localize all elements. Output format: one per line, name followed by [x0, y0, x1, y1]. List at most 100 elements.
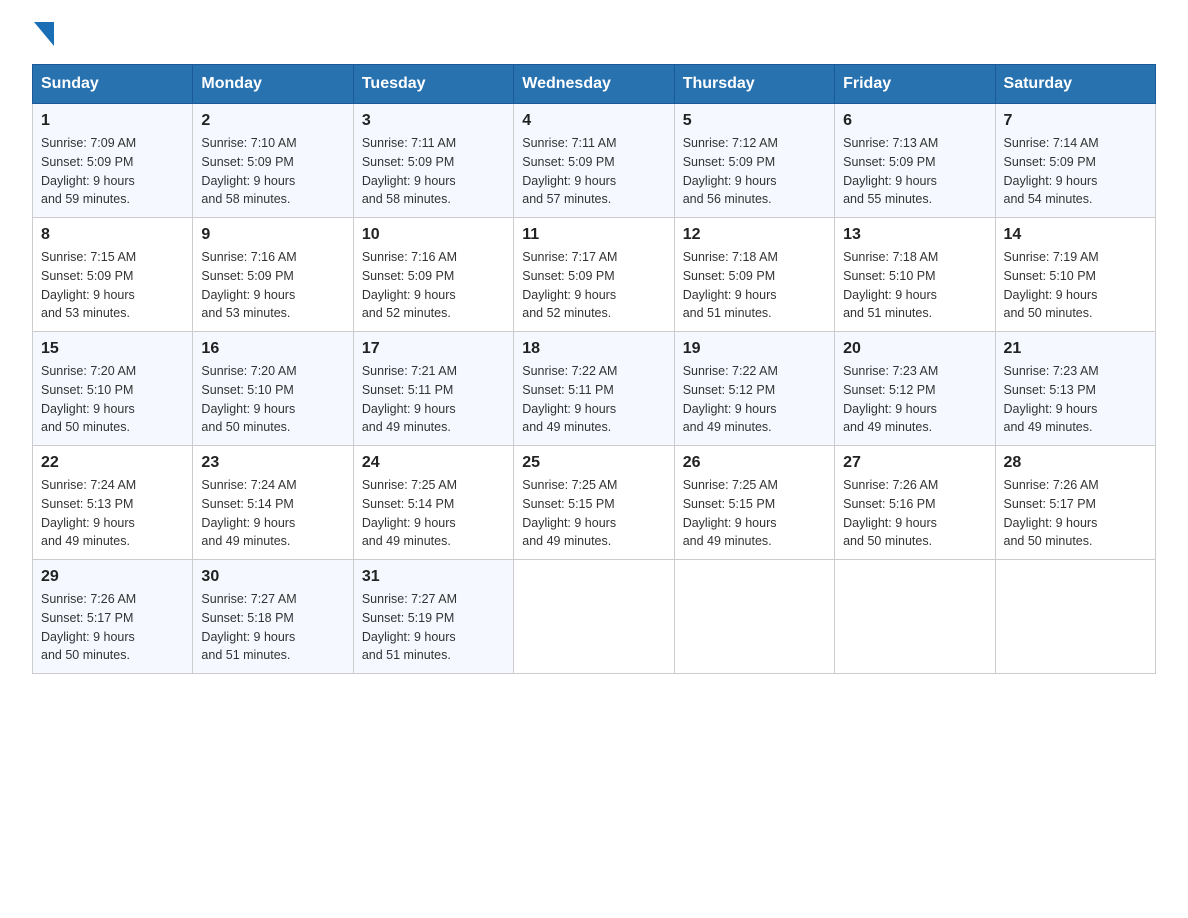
- calendar-cell: 9 Sunrise: 7:16 AMSunset: 5:09 PMDayligh…: [193, 218, 353, 332]
- day-info: Sunrise: 7:22 AMSunset: 5:11 PMDaylight:…: [522, 364, 617, 434]
- calendar-cell: 17 Sunrise: 7:21 AMSunset: 5:11 PMDaylig…: [353, 332, 513, 446]
- day-info: Sunrise: 7:22 AMSunset: 5:12 PMDaylight:…: [683, 364, 778, 434]
- day-info: Sunrise: 7:17 AMSunset: 5:09 PMDaylight:…: [522, 250, 617, 320]
- day-number: 25: [522, 454, 665, 472]
- day-info: Sunrise: 7:24 AMSunset: 5:14 PMDaylight:…: [201, 478, 296, 548]
- day-number: 21: [1004, 340, 1147, 358]
- day-number: 5: [683, 112, 826, 130]
- day-info: Sunrise: 7:18 AMSunset: 5:09 PMDaylight:…: [683, 250, 778, 320]
- calendar-week-row: 15 Sunrise: 7:20 AMSunset: 5:10 PMDaylig…: [33, 332, 1156, 446]
- calendar-cell: 2 Sunrise: 7:10 AMSunset: 5:09 PMDayligh…: [193, 104, 353, 218]
- col-header-tuesday: Tuesday: [353, 65, 513, 104]
- day-number: 4: [522, 112, 665, 130]
- day-info: Sunrise: 7:11 AMSunset: 5:09 PMDaylight:…: [522, 136, 616, 206]
- calendar-cell: 1 Sunrise: 7:09 AMSunset: 5:09 PMDayligh…: [33, 104, 193, 218]
- calendar-cell: [514, 560, 674, 674]
- calendar-cell: [674, 560, 834, 674]
- day-info: Sunrise: 7:25 AMSunset: 5:14 PMDaylight:…: [362, 478, 457, 548]
- day-number: 17: [362, 340, 505, 358]
- day-info: Sunrise: 7:19 AMSunset: 5:10 PMDaylight:…: [1004, 250, 1099, 320]
- col-header-monday: Monday: [193, 65, 353, 104]
- day-number: 22: [41, 454, 184, 472]
- day-number: 31: [362, 568, 505, 586]
- day-info: Sunrise: 7:10 AMSunset: 5:09 PMDaylight:…: [201, 136, 296, 206]
- calendar-body: 1 Sunrise: 7:09 AMSunset: 5:09 PMDayligh…: [33, 104, 1156, 674]
- day-number: 23: [201, 454, 344, 472]
- calendar-cell: 20 Sunrise: 7:23 AMSunset: 5:12 PMDaylig…: [835, 332, 995, 446]
- day-number: 26: [683, 454, 826, 472]
- calendar-table: SundayMondayTuesdayWednesdayThursdayFrid…: [32, 64, 1156, 674]
- day-number: 27: [843, 454, 986, 472]
- day-number: 29: [41, 568, 184, 586]
- day-info: Sunrise: 7:16 AMSunset: 5:09 PMDaylight:…: [362, 250, 457, 320]
- calendar-cell: 10 Sunrise: 7:16 AMSunset: 5:09 PMDaylig…: [353, 218, 513, 332]
- day-info: Sunrise: 7:13 AMSunset: 5:09 PMDaylight:…: [843, 136, 938, 206]
- day-info: Sunrise: 7:27 AMSunset: 5:18 PMDaylight:…: [201, 592, 296, 662]
- day-info: Sunrise: 7:18 AMSunset: 5:10 PMDaylight:…: [843, 250, 938, 320]
- day-number: 30: [201, 568, 344, 586]
- calendar-cell: 15 Sunrise: 7:20 AMSunset: 5:10 PMDaylig…: [33, 332, 193, 446]
- day-info: Sunrise: 7:25 AMSunset: 5:15 PMDaylight:…: [522, 478, 617, 548]
- logo: [32, 24, 54, 46]
- calendar-week-row: 8 Sunrise: 7:15 AMSunset: 5:09 PMDayligh…: [33, 218, 1156, 332]
- day-number: 1: [41, 112, 184, 130]
- day-info: Sunrise: 7:14 AMSunset: 5:09 PMDaylight:…: [1004, 136, 1099, 206]
- calendar-cell: [835, 560, 995, 674]
- calendar-header-row: SundayMondayTuesdayWednesdayThursdayFrid…: [33, 65, 1156, 104]
- day-info: Sunrise: 7:25 AMSunset: 5:15 PMDaylight:…: [683, 478, 778, 548]
- page-header: [32, 24, 1156, 46]
- day-info: Sunrise: 7:09 AMSunset: 5:09 PMDaylight:…: [41, 136, 136, 206]
- day-number: 7: [1004, 112, 1147, 130]
- calendar-cell: 11 Sunrise: 7:17 AMSunset: 5:09 PMDaylig…: [514, 218, 674, 332]
- calendar-cell: 18 Sunrise: 7:22 AMSunset: 5:11 PMDaylig…: [514, 332, 674, 446]
- calendar-cell: 3 Sunrise: 7:11 AMSunset: 5:09 PMDayligh…: [353, 104, 513, 218]
- col-header-saturday: Saturday: [995, 65, 1155, 104]
- calendar-cell: 14 Sunrise: 7:19 AMSunset: 5:10 PMDaylig…: [995, 218, 1155, 332]
- day-number: 20: [843, 340, 986, 358]
- calendar-cell: 6 Sunrise: 7:13 AMSunset: 5:09 PMDayligh…: [835, 104, 995, 218]
- col-header-wednesday: Wednesday: [514, 65, 674, 104]
- day-info: Sunrise: 7:26 AMSunset: 5:17 PMDaylight:…: [41, 592, 136, 662]
- calendar-cell: 12 Sunrise: 7:18 AMSunset: 5:09 PMDaylig…: [674, 218, 834, 332]
- calendar-cell: 4 Sunrise: 7:11 AMSunset: 5:09 PMDayligh…: [514, 104, 674, 218]
- calendar-week-row: 22 Sunrise: 7:24 AMSunset: 5:13 PMDaylig…: [33, 446, 1156, 560]
- day-number: 19: [683, 340, 826, 358]
- calendar-cell: 8 Sunrise: 7:15 AMSunset: 5:09 PMDayligh…: [33, 218, 193, 332]
- day-info: Sunrise: 7:16 AMSunset: 5:09 PMDaylight:…: [201, 250, 296, 320]
- day-number: 8: [41, 226, 184, 244]
- calendar-cell: 31 Sunrise: 7:27 AMSunset: 5:19 PMDaylig…: [353, 560, 513, 674]
- day-info: Sunrise: 7:11 AMSunset: 5:09 PMDaylight:…: [362, 136, 456, 206]
- day-info: Sunrise: 7:12 AMSunset: 5:09 PMDaylight:…: [683, 136, 778, 206]
- calendar-cell: 29 Sunrise: 7:26 AMSunset: 5:17 PMDaylig…: [33, 560, 193, 674]
- calendar-cell: 16 Sunrise: 7:20 AMSunset: 5:10 PMDaylig…: [193, 332, 353, 446]
- col-header-friday: Friday: [835, 65, 995, 104]
- calendar-cell: 5 Sunrise: 7:12 AMSunset: 5:09 PMDayligh…: [674, 104, 834, 218]
- col-header-thursday: Thursday: [674, 65, 834, 104]
- day-number: 13: [843, 226, 986, 244]
- day-number: 10: [362, 226, 505, 244]
- calendar-cell: 27 Sunrise: 7:26 AMSunset: 5:16 PMDaylig…: [835, 446, 995, 560]
- calendar-cell: 13 Sunrise: 7:18 AMSunset: 5:10 PMDaylig…: [835, 218, 995, 332]
- calendar-cell: [995, 560, 1155, 674]
- day-info: Sunrise: 7:24 AMSunset: 5:13 PMDaylight:…: [41, 478, 136, 548]
- logo-triangle-icon: [34, 22, 54, 46]
- calendar-cell: 22 Sunrise: 7:24 AMSunset: 5:13 PMDaylig…: [33, 446, 193, 560]
- day-info: Sunrise: 7:27 AMSunset: 5:19 PMDaylight:…: [362, 592, 457, 662]
- day-number: 15: [41, 340, 184, 358]
- calendar-week-row: 29 Sunrise: 7:26 AMSunset: 5:17 PMDaylig…: [33, 560, 1156, 674]
- day-number: 12: [683, 226, 826, 244]
- day-number: 24: [362, 454, 505, 472]
- day-info: Sunrise: 7:26 AMSunset: 5:17 PMDaylight:…: [1004, 478, 1099, 548]
- col-header-sunday: Sunday: [33, 65, 193, 104]
- day-number: 16: [201, 340, 344, 358]
- calendar-week-row: 1 Sunrise: 7:09 AMSunset: 5:09 PMDayligh…: [33, 104, 1156, 218]
- day-info: Sunrise: 7:20 AMSunset: 5:10 PMDaylight:…: [201, 364, 296, 434]
- day-info: Sunrise: 7:20 AMSunset: 5:10 PMDaylight:…: [41, 364, 136, 434]
- day-number: 6: [843, 112, 986, 130]
- calendar-cell: 23 Sunrise: 7:24 AMSunset: 5:14 PMDaylig…: [193, 446, 353, 560]
- day-number: 28: [1004, 454, 1147, 472]
- day-number: 14: [1004, 226, 1147, 244]
- day-number: 11: [522, 226, 665, 244]
- day-number: 3: [362, 112, 505, 130]
- day-info: Sunrise: 7:21 AMSunset: 5:11 PMDaylight:…: [362, 364, 457, 434]
